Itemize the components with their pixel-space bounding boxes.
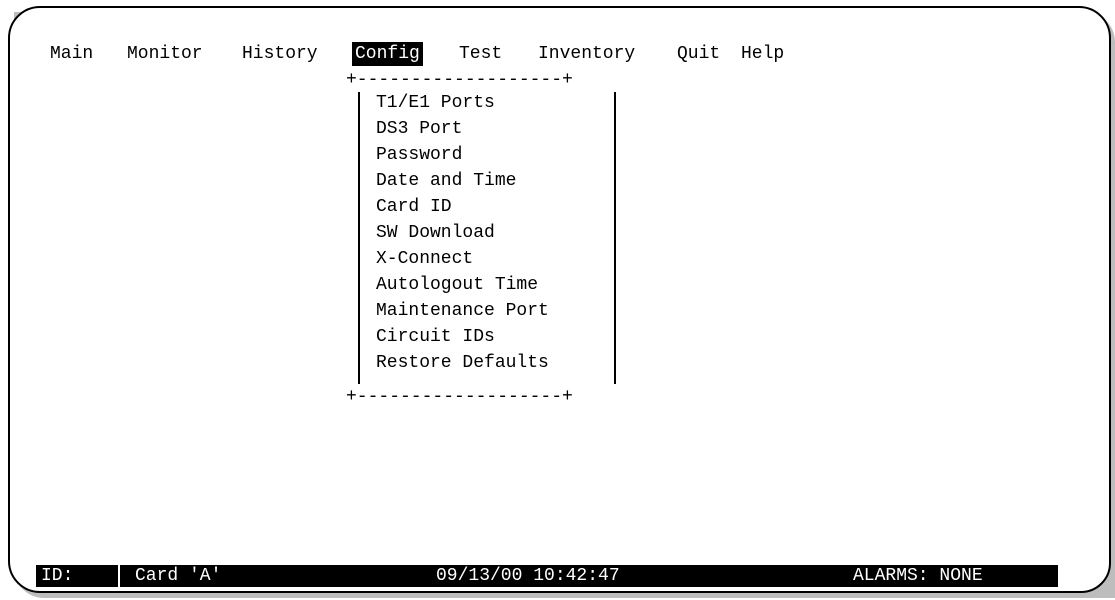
menu-item-circuit-ids[interactable]: Circuit IDs	[376, 324, 495, 350]
dropdown-left-border	[358, 92, 360, 384]
dropdown-top-border: +-------------------+	[346, 70, 573, 90]
menu-config[interactable]: Config	[352, 42, 423, 66]
menu-history[interactable]: History	[239, 42, 321, 66]
status-alarms: ALARMS: NONE	[853, 566, 983, 586]
menu-item-date-and-time[interactable]: Date and Time	[376, 168, 516, 194]
menu-item-ds3-port[interactable]: DS3 Port	[376, 116, 462, 142]
status-bar: ID: Card 'A' 09/13/00 10:42:47 ALARMS: N…	[36, 565, 1058, 587]
menu-monitor[interactable]: Monitor	[124, 42, 206, 66]
menu-item-password[interactable]: Password	[376, 142, 462, 168]
menu-test[interactable]: Test	[456, 42, 505, 66]
status-datetime: 09/13/00 10:42:47	[436, 566, 620, 586]
status-divider	[118, 565, 120, 587]
menu-item-sw-download[interactable]: SW Download	[376, 220, 495, 246]
dropdown-bottom-border: +-------------------+	[346, 387, 573, 407]
menu-inventory[interactable]: Inventory	[535, 42, 638, 66]
status-id-label: ID:	[41, 566, 74, 586]
menu-item-t1e1-ports[interactable]: T1/E1 Ports	[376, 90, 495, 116]
menu-main[interactable]: Main	[47, 42, 96, 66]
terminal-window: Main Monitor History Config Test Invento…	[8, 6, 1111, 593]
menu-help[interactable]: Help	[738, 42, 787, 66]
menu-item-maintenance-port[interactable]: Maintenance Port	[376, 298, 549, 324]
status-card-name: Card 'A'	[135, 566, 222, 586]
menu-item-autologout-time[interactable]: Autologout Time	[376, 272, 538, 298]
menu-item-x-connect[interactable]: X-Connect	[376, 246, 473, 272]
menu-item-card-id[interactable]: Card ID	[376, 194, 452, 220]
menu-item-restore-defaults[interactable]: Restore Defaults	[376, 350, 549, 376]
menu-quit[interactable]: Quit	[674, 42, 723, 66]
dropdown-right-border	[614, 92, 616, 384]
